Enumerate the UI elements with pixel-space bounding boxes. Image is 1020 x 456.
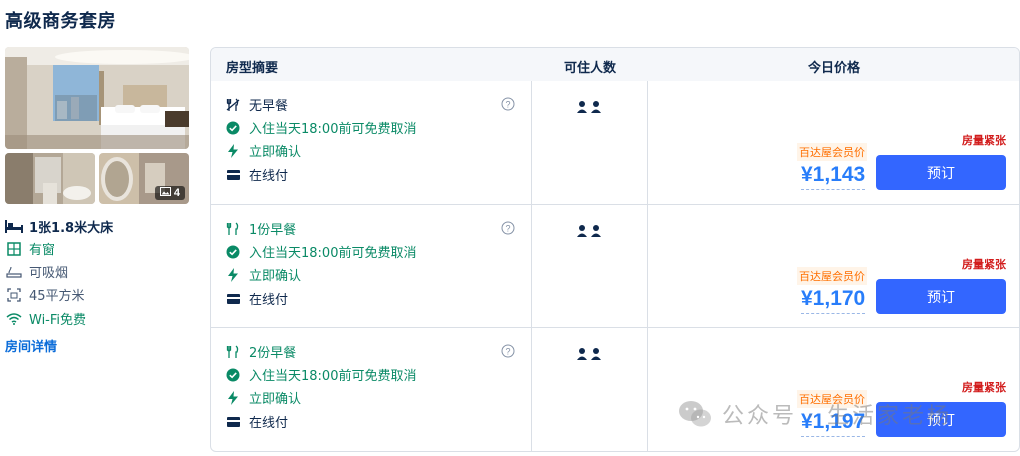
fork-knife-icon (226, 344, 240, 359)
room-photo-main[interactable] (5, 47, 189, 149)
header-summary: 房型摘要 (226, 61, 279, 76)
bed-icon (5, 219, 23, 235)
payment-policy: 在线付 (226, 289, 288, 308)
confirm-label: 立即确认 (249, 269, 302, 284)
room-scarce-tag: 房量紧张 (962, 135, 1006, 147)
member-price-tag: 百达屋会员价 (797, 267, 867, 285)
cancel-policy: 入住当天18:00前可免费取消 (226, 242, 416, 261)
check-circle-icon (226, 368, 240, 382)
photo-count-badge[interactable]: 4 (154, 186, 185, 200)
facility-wifi: Wi-Fi免费 (5, 309, 86, 328)
facility-bed: 1张1.8米大床 (5, 217, 113, 236)
room-scarce-tag: 房量紧张 (962, 382, 1006, 394)
book-button[interactable]: 预订 (876, 402, 1006, 437)
bed-label: 1张1.8米大床 (29, 221, 114, 236)
cancel-label: 入住当天18:00前可免费取消 (249, 122, 417, 137)
check-circle-icon (226, 245, 240, 259)
svg-text:?: ? (505, 224, 510, 234)
meal-policy: 2份早餐 (226, 342, 296, 361)
two-person-icon (577, 346, 605, 360)
wifi-label: Wi-Fi免费 (29, 313, 87, 328)
payment-label: 在线付 (249, 169, 289, 184)
question-circle-icon[interactable]: ? (501, 220, 515, 235)
card-icon (226, 292, 240, 306)
svg-text:?: ? (505, 100, 510, 110)
meal-policy: 无早餐 (226, 95, 288, 114)
room-title: 高级商务套房 (5, 11, 116, 32)
table-header: 房型摘要 可住人数 今日价格 (211, 48, 1019, 81)
payment-policy: 在线付 (226, 412, 288, 431)
card-icon (226, 168, 240, 182)
svg-text:?: ? (505, 347, 510, 357)
header-price: 今日价格 (808, 61, 861, 76)
two-person-icon (577, 99, 605, 113)
meal-label: 1份早餐 (249, 223, 297, 238)
two-person-icon (577, 223, 605, 237)
rate-row: 2份早餐 入住当天18:00前可免费取消 立即确认 在线付 ? 房量紧张 百达屋… (211, 327, 1019, 451)
price: ¥1,197 (801, 410, 866, 437)
member-price-tag: 百达屋会员价 (797, 143, 867, 161)
card-icon (226, 415, 240, 429)
window-icon (5, 241, 23, 257)
confirm-label: 立即确认 (249, 392, 302, 407)
price: ¥1,170 (801, 287, 866, 314)
book-button[interactable]: 预订 (876, 155, 1006, 190)
facility-smoking: 可吸烟 (5, 262, 68, 281)
book-button[interactable]: 预订 (876, 279, 1006, 314)
header-guests: 可住人数 (564, 61, 617, 76)
fork-knife-icon (226, 221, 240, 236)
lightning-icon (226, 267, 240, 282)
window-label: 有窗 (29, 243, 56, 258)
cancel-label: 入住当天18:00前可免费取消 (249, 369, 417, 384)
room-photo-thumb-more[interactable]: 4 (99, 153, 189, 204)
confirm-label: 立即确认 (249, 145, 302, 160)
facility-area: 45平方米 (5, 285, 85, 304)
facility-window: 有窗 (5, 239, 55, 258)
area-icon (5, 287, 23, 303)
room-details-link[interactable]: 房间详情 (5, 336, 57, 355)
rate-row: 1份早餐 入住当天18:00前可免费取消 立即确认 在线付 ? 房量紧张 百达屋… (211, 204, 1019, 327)
payment-label: 在线付 (249, 416, 289, 431)
question-circle-icon[interactable]: ? (501, 343, 515, 358)
rate-row: 无早餐 入住当天18:00前可免费取消 立即确认 在线付 ? 房量紧张 百达屋会… (211, 81, 1019, 204)
confirm-policy: 立即确认 (226, 265, 301, 284)
confirm-policy: 立即确认 (226, 388, 301, 407)
lightning-icon (226, 390, 240, 405)
meal-label: 无早餐 (249, 99, 289, 114)
rate-table: 房型摘要 可住人数 今日价格 无早餐 入住当天18:00前可免费取消 立即确认 (210, 47, 1020, 452)
cancel-policy: 入住当天18:00前可免费取消 (226, 365, 416, 384)
check-circle-icon (226, 121, 240, 135)
wifi-icon (5, 311, 23, 327)
cancel-label: 入住当天18:00前可免费取消 (249, 246, 417, 261)
smoking-label: 可吸烟 (29, 266, 69, 281)
smoking-icon (5, 264, 23, 280)
no-breakfast-icon (226, 97, 240, 112)
question-circle-icon[interactable]: ? (501, 96, 515, 111)
photo-count-text: 4 (173, 187, 180, 199)
member-price-tag: 百达屋会员价 (797, 390, 867, 408)
room-photo-thumb-bathroom[interactable] (5, 153, 95, 204)
room-scarce-tag: 房量紧张 (962, 259, 1006, 271)
area-label: 45平方米 (29, 289, 85, 304)
meal-policy: 1份早餐 (226, 219, 296, 238)
payment-policy: 在线付 (226, 165, 288, 184)
meal-label: 2份早餐 (249, 346, 297, 361)
lightning-icon (226, 143, 240, 158)
price: ¥1,143 (801, 163, 866, 190)
payment-label: 在线付 (249, 293, 289, 308)
cancel-policy: 入住当天18:00前可免费取消 (226, 118, 416, 137)
confirm-policy: 立即确认 (226, 141, 301, 160)
image-icon (159, 187, 171, 199)
